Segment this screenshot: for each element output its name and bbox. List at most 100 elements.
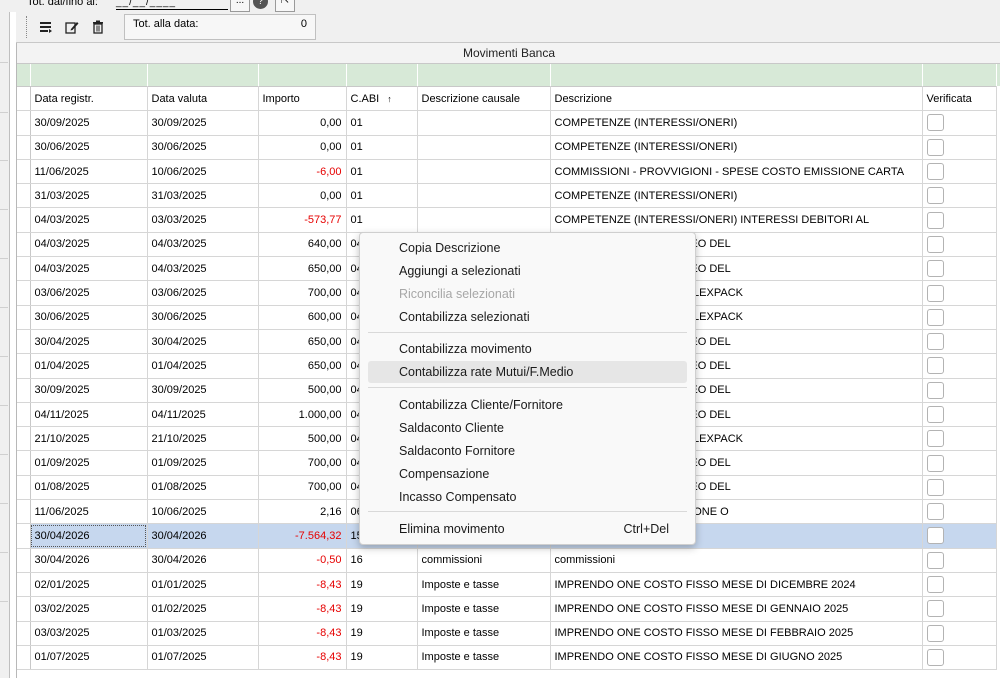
menu-item-copia-descrizione[interactable]: Copia Descrizione bbox=[368, 237, 687, 259]
verified-checkbox[interactable] bbox=[926, 624, 944, 642]
verified-checkbox[interactable] bbox=[926, 114, 944, 132]
cell-cabi[interactable]: 01 bbox=[346, 207, 418, 233]
cell-data-valuta[interactable]: 03/06/2025 bbox=[147, 280, 259, 306]
cell-importo[interactable]: 700,00 bbox=[258, 450, 347, 476]
row-selector[interactable] bbox=[17, 475, 31, 501]
row-selector[interactable] bbox=[17, 280, 31, 306]
verified-checkbox[interactable] bbox=[926, 648, 944, 666]
cell-importo[interactable]: -8,43 bbox=[258, 596, 347, 622]
table-row[interactable]: 30/09/2025 30/09/2025 0,00 01 COMPETENZE (IN… bbox=[17, 110, 997, 136]
cell-descrizione-causale[interactable] bbox=[417, 159, 551, 185]
cell-data-registrazione[interactable]: 03/03/2025 bbox=[30, 621, 148, 646]
col-header-importo[interactable]: Importo bbox=[258, 85, 347, 112]
cell-data-valuta[interactable]: 04/03/2025 bbox=[147, 232, 259, 258]
cell-data-valuta[interactable]: 30/04/2026 bbox=[147, 523, 259, 549]
cell-data-registrazione[interactable]: 11/06/2025 bbox=[30, 159, 148, 185]
cell-data-registrazione[interactable]: 30/06/2025 bbox=[30, 305, 148, 330]
verified-checkbox[interactable] bbox=[926, 235, 944, 253]
menu-item-incasso-compensato[interactable]: Incasso Compensato bbox=[368, 486, 687, 508]
verified-checkbox[interactable] bbox=[926, 381, 944, 399]
col-header-descrizione-causale[interactable]: Descrizione causale bbox=[417, 85, 551, 112]
cell-cabi[interactable]: 01 bbox=[346, 110, 418, 136]
verified-checkbox[interactable] bbox=[926, 430, 944, 448]
verified-checkbox[interactable] bbox=[926, 454, 944, 472]
cell-descrizione[interactable]: commissioni bbox=[550, 548, 923, 573]
table-row[interactable]: 30/06/2025 30/06/2025 0,00 01 COMPETENZE (IN… bbox=[17, 135, 997, 160]
col-header-descrizione[interactable]: Descrizione bbox=[550, 85, 923, 112]
table-row[interactable]: 03/03/2025 01/03/2025 -8,43 19 Imposte e tas… bbox=[17, 621, 997, 646]
cell-cabi[interactable]: 19 bbox=[346, 621, 418, 646]
cell-importo[interactable]: 0,00 bbox=[258, 183, 347, 209]
menu-item-elimina-movimento[interactable]: Elimina movimento Ctrl+Del bbox=[368, 518, 687, 540]
verified-checkbox[interactable] bbox=[926, 600, 944, 618]
cell-importo[interactable]: 500,00 bbox=[258, 378, 347, 403]
cell-descrizione-causale[interactable] bbox=[417, 135, 551, 160]
cell-data-registrazione[interactable]: 04/03/2025 bbox=[30, 232, 148, 258]
cell-data-registrazione[interactable]: 01/07/2025 bbox=[30, 645, 148, 671]
cell-data-registrazione[interactable]: 30/04/2026 bbox=[30, 548, 148, 573]
row-selector[interactable] bbox=[17, 135, 31, 160]
cell-data-valuta[interactable]: 30/04/2025 bbox=[147, 329, 259, 355]
cell-importo[interactable]: -0,50 bbox=[258, 548, 347, 573]
verified-checkbox[interactable] bbox=[926, 163, 944, 181]
cell-data-valuta[interactable]: 04/03/2025 bbox=[147, 256, 259, 282]
cell-descrizione[interactable]: IMPRENDO ONE COSTO FISSO MESE DI GENNAIO… bbox=[550, 596, 923, 622]
cell-importo[interactable]: -8,43 bbox=[258, 572, 347, 598]
date-picker-button[interactable]: ... bbox=[230, 0, 250, 12]
row-selector[interactable] bbox=[17, 256, 31, 282]
cell-data-valuta[interactable]: 01/09/2025 bbox=[147, 450, 259, 476]
row-selector[interactable] bbox=[17, 159, 31, 185]
cell-importo[interactable]: -8,43 bbox=[258, 621, 347, 646]
cell-descrizione[interactable]: IMPRENDO ONE COSTO FISSO MESE DI FEBBRAI… bbox=[550, 621, 923, 646]
export-icon[interactable]: ⇱ bbox=[275, 0, 295, 12]
menu-item-contabilizza-rate-mutui-f-medio[interactable]: Contabilizza rate Mutui/F.Medio bbox=[368, 361, 687, 383]
cell-cabi[interactable]: 01 bbox=[346, 135, 418, 160]
menu-item-contabilizza-cliente-fornitore[interactable]: Contabilizza Cliente/Fornitore bbox=[368, 394, 687, 416]
cell-data-registrazione[interactable]: 30/06/2025 bbox=[30, 135, 148, 160]
cell-importo[interactable]: -6,00 bbox=[258, 159, 347, 185]
cell-data-valuta[interactable]: 30/09/2025 bbox=[147, 378, 259, 403]
row-selector[interactable] bbox=[17, 378, 31, 403]
row-selector[interactable] bbox=[17, 621, 31, 646]
row-selector[interactable] bbox=[17, 596, 31, 622]
help-icon[interactable]: ? bbox=[253, 0, 268, 9]
cell-descrizione-causale[interactable]: commissioni bbox=[417, 548, 551, 573]
row-selector[interactable] bbox=[17, 329, 31, 355]
row-selector[interactable] bbox=[17, 572, 31, 598]
cell-importo[interactable]: -573,77 bbox=[258, 207, 347, 233]
menu-item-contabilizza-selezionati[interactable]: Contabilizza selezionati bbox=[368, 306, 687, 328]
list-icon[interactable] bbox=[38, 20, 54, 36]
cell-importo[interactable]: -8,43 bbox=[258, 645, 347, 671]
menu-item-compensazione[interactable]: Compensazione bbox=[368, 463, 687, 485]
verified-checkbox[interactable] bbox=[926, 260, 944, 278]
row-selector[interactable] bbox=[17, 523, 31, 549]
col-header-data-valuta[interactable]: Data valuta bbox=[147, 85, 259, 112]
cell-descrizione[interactable]: COMPETENZE (INTERESSI/ONERI) bbox=[550, 110, 923, 136]
cell-data-registrazione[interactable]: 03/02/2025 bbox=[30, 596, 148, 622]
cell-data-registrazione[interactable]: 30/09/2025 bbox=[30, 378, 148, 403]
menu-item-aggiungi-a-selezionati[interactable]: Aggiungi a selezionati bbox=[368, 260, 687, 282]
verified-checkbox[interactable] bbox=[926, 357, 944, 375]
cell-data-registrazione[interactable]: 02/01/2025 bbox=[30, 572, 148, 598]
cell-descrizione-causale[interactable] bbox=[417, 183, 551, 209]
verified-checkbox[interactable] bbox=[926, 284, 944, 302]
cell-importo[interactable]: 500,00 bbox=[258, 426, 347, 452]
col-header-cabi[interactable]: C.ABI ↑ bbox=[346, 85, 418, 112]
row-selector[interactable] bbox=[17, 645, 31, 671]
row-selector[interactable] bbox=[17, 305, 31, 330]
cell-importo[interactable]: 0,00 bbox=[258, 135, 347, 160]
table-row[interactable]: 04/03/2025 03/03/2025 -573,77 01 COMPETENZE … bbox=[17, 207, 997, 233]
table-row[interactable]: 11/06/2025 10/06/2025 -6,00 01 COMMISSIONI -… bbox=[17, 159, 997, 185]
cell-data-registrazione[interactable]: 04/11/2025 bbox=[30, 402, 148, 428]
cell-cabi[interactable]: 01 bbox=[346, 183, 418, 209]
row-selector[interactable] bbox=[17, 426, 31, 452]
row-selector[interactable] bbox=[17, 183, 31, 209]
verified-checkbox[interactable] bbox=[926, 211, 944, 229]
verified-checkbox[interactable] bbox=[926, 406, 944, 423]
cell-descrizione[interactable]: COMPETENZE (INTERESSI/ONERI) INTERESSI D… bbox=[550, 207, 923, 233]
cell-descrizione-causale[interactable]: Imposte e tasse bbox=[417, 572, 551, 598]
cell-data-valuta[interactable]: 30/06/2025 bbox=[147, 135, 259, 160]
row-selector[interactable] bbox=[17, 110, 31, 136]
cell-data-registrazione[interactable]: 01/08/2025 bbox=[30, 475, 148, 501]
cell-cabi[interactable]: 19 bbox=[346, 572, 418, 598]
